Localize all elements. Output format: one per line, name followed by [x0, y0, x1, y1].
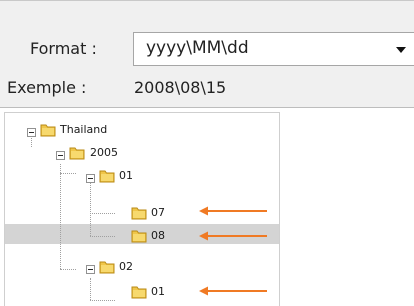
folder-icon: [131, 207, 147, 220]
tree-item-label[interactable]: 08: [151, 229, 165, 242]
folder-icon: [69, 147, 85, 160]
orange-arrow-icon: [199, 231, 267, 241]
tree-line: [60, 269, 76, 270]
tree-line: [90, 213, 115, 214]
tree-item-label[interactable]: 07: [151, 206, 165, 219]
folder-icon: [131, 230, 147, 243]
collapse-icon[interactable]: [27, 128, 36, 137]
format-label: Format :: [30, 39, 97, 58]
example-value: 2008\08\15: [134, 78, 227, 97]
collapse-icon[interactable]: [56, 151, 65, 160]
tree-line: [90, 182, 91, 236]
tree-item-label[interactable]: 02: [119, 260, 133, 273]
format-combobox[interactable]: yyyy\MM\dd: [133, 32, 414, 66]
tree-item-label[interactable]: 01: [119, 169, 133, 182]
tree-line: [90, 236, 115, 237]
tree-item-label[interactable]: Thailand: [60, 123, 107, 136]
tree-line: [90, 278, 91, 300]
format-panel: Format : yyyy\MM\dd Exemple : 2008\08\15: [0, 0, 414, 108]
collapse-icon[interactable]: [86, 174, 95, 183]
tree-line: [90, 300, 115, 301]
tree-item-label[interactable]: 2005: [90, 146, 118, 159]
folder-icon: [99, 261, 115, 274]
tree-line: [60, 164, 61, 269]
folder-icon: [99, 170, 115, 183]
orange-arrow-icon: [199, 286, 267, 296]
tree-item-label[interactable]: 01: [151, 285, 165, 298]
example-label: Exemple :: [7, 78, 87, 97]
format-value: yyyy\MM\dd: [146, 38, 249, 58]
dropdown-arrow-icon[interactable]: [396, 47, 406, 53]
folder-icon: [40, 124, 56, 137]
folder-icon: [131, 286, 147, 299]
orange-arrow-icon: [199, 206, 267, 216]
collapse-icon[interactable]: [86, 265, 95, 274]
tree-line: [60, 173, 76, 174]
